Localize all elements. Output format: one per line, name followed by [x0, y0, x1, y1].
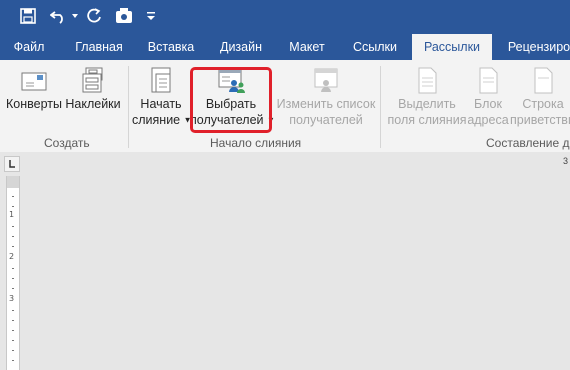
- ruler-tick: [12, 226, 14, 227]
- ruler-tick: [12, 320, 14, 321]
- edit-recipient-list-icon: [314, 68, 338, 92]
- ruler-number: 1: [9, 210, 15, 219]
- ruler-number: 2: [9, 252, 15, 261]
- greeting-line-button[interactable]: Строка приветствия: [510, 66, 570, 128]
- document-area: [0, 152, 570, 370]
- group-label-compose: Составление до: [486, 136, 570, 150]
- tab-stop-icon: [9, 160, 15, 168]
- ruler-tick: [12, 268, 14, 269]
- start-merge-icon: [151, 67, 171, 93]
- ruler-tick: [12, 288, 14, 289]
- tab-design[interactable]: Дизайн: [210, 34, 272, 60]
- tab-layout[interactable]: Макет: [278, 34, 336, 60]
- group-separator: [380, 66, 381, 148]
- quick-access-toolbar: [0, 0, 570, 34]
- horizontal-ruler-number: 3: [562, 156, 568, 166]
- edit-recipient-list-button[interactable]: Изменить список получателей: [276, 66, 376, 128]
- ruler-tick: [12, 360, 14, 361]
- ruler-tick: [12, 310, 14, 311]
- save-icon[interactable]: [20, 6, 36, 26]
- redo-icon[interactable]: [86, 6, 102, 26]
- tab-references[interactable]: Ссылки: [344, 34, 406, 60]
- ribbon: Конверты Наклейки Создать Начать слияние…: [0, 60, 570, 153]
- start-mail-merge-button[interactable]: Начать слияние ▼: [132, 66, 192, 129]
- envelope-icon: [21, 72, 47, 91]
- customize-qat-icon[interactable]: [147, 6, 155, 26]
- group-label-start-merge: Начало слияния: [210, 136, 302, 150]
- tab-selector-button[interactable]: [4, 156, 20, 172]
- undo-dropdown-icon[interactable]: [72, 6, 78, 26]
- vertical-ruler: 1 2 3: [6, 176, 20, 370]
- labels-button[interactable]: Наклейки: [64, 66, 122, 112]
- ruler-tick: [12, 236, 14, 237]
- ruler-tick: [12, 196, 14, 197]
- address-block-icon: [479, 67, 498, 94]
- touch-mode-icon[interactable]: [114, 6, 134, 26]
- highlight-fields-icon: [418, 67, 437, 94]
- address-block-button[interactable]: Блок адреса: [466, 66, 510, 128]
- ruler-tick: [12, 206, 14, 207]
- tab-insert[interactable]: Вставка: [140, 34, 202, 60]
- group-label-create: Создать: [44, 136, 90, 150]
- ruler-tick: [12, 278, 14, 279]
- tab-mailings[interactable]: Рассылки: [412, 34, 492, 60]
- tab-review[interactable]: Рецензиро: [502, 34, 570, 60]
- highlight-merge-fields-button[interactable]: Выделить поля слияния: [386, 66, 468, 128]
- ruler-tick: [12, 340, 14, 341]
- ruler-tick: [12, 330, 14, 331]
- ruler-tick: [12, 350, 14, 351]
- ruler-margin-band: [7, 176, 19, 188]
- labels-icon: [82, 67, 103, 93]
- group-separator: [128, 66, 129, 148]
- envelopes-button[interactable]: Конверты: [6, 66, 62, 112]
- tab-home[interactable]: Главная: [68, 34, 130, 60]
- ribbon-tabs: Файл Главная Вставка Дизайн Макет Ссылки…: [0, 34, 570, 60]
- greeting-line-icon: [534, 67, 553, 94]
- ruler-number: 3: [9, 294, 15, 303]
- undo-icon[interactable]: [50, 6, 68, 26]
- select-recipients-highlight: [190, 67, 272, 133]
- tab-file[interactable]: Файл: [6, 34, 52, 60]
- ruler-tick: [12, 246, 14, 247]
